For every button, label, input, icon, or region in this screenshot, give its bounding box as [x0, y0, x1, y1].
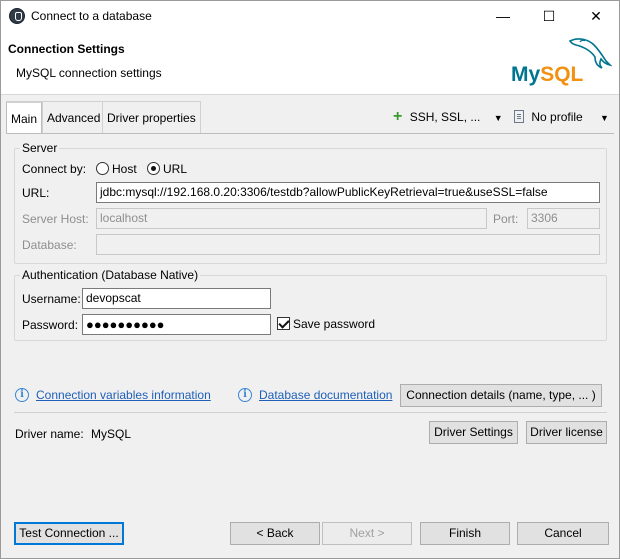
database-documentation-link[interactable]: Database documentation [259, 388, 392, 402]
driver-name-value: MySQL [91, 427, 132, 441]
password-label: Password: [22, 318, 79, 332]
back-button[interactable]: < Back [230, 522, 320, 545]
server-host-input[interactable]: localhost [96, 208, 487, 229]
driver-settings-button[interactable]: Driver Settings [429, 421, 518, 444]
maximize-button[interactable]: ☐ [526, 1, 572, 31]
cancel-button[interactable]: Cancel [517, 522, 609, 545]
username-label: Username: [22, 292, 81, 306]
connection-details-button[interactable]: Connection details (name, type, ... ) [400, 384, 602, 407]
mysql-logo-my: My [511, 63, 541, 86]
chevron-down-icon: ▼ [600, 113, 609, 123]
port-input[interactable]: 3306 [527, 208, 600, 229]
mysql-logo-sql: SQL [540, 63, 584, 86]
profile-dropdown[interactable]: No profile ▼ [514, 101, 609, 133]
url-radio[interactable] [147, 162, 160, 175]
username-input[interactable]: devopscat [82, 288, 271, 309]
test-connection-button[interactable]: Test Connection ... [14, 522, 124, 545]
port-label: Port: [493, 212, 519, 226]
password-input[interactable]: ●●●●●●●●●● [82, 314, 271, 335]
finish-button[interactable]: Finish [420, 522, 510, 545]
wizard-header: Connection Settings MySQL connection set… [1, 31, 619, 95]
add-icon: + [393, 108, 403, 125]
page-title: Connection Settings [8, 42, 125, 56]
url-label: URL: [22, 186, 50, 200]
connect-by-label: Connect by: [22, 162, 87, 176]
tab-driver-properties[interactable]: Driver properties [102, 101, 201, 133]
server-host-label: Server Host: [22, 212, 89, 226]
page-subtitle: MySQL connection settings [16, 66, 162, 80]
profile-label: No profile [531, 110, 583, 124]
save-password-checkbox[interactable] [277, 317, 290, 330]
save-password-label[interactable]: Save password [293, 317, 375, 331]
url-radio-label[interactable]: URL [163, 162, 187, 176]
tab-advanced[interactable]: Advanced [42, 101, 106, 133]
connection-variables-link[interactable]: Connection variables information [36, 388, 211, 402]
divider [14, 412, 607, 413]
database-input[interactable] [96, 234, 600, 255]
close-button[interactable]: ✕ [573, 1, 619, 31]
title-bar: Connect to a database — ☐ ✕ [1, 1, 619, 31]
mysql-logo: MySQL [511, 63, 583, 87]
chevron-down-icon: ▼ [493, 113, 503, 123]
url-input[interactable]: jdbc:mysql://192.168.0.20:3306/testdb?al… [96, 182, 600, 203]
ssh-ssl-dropdown[interactable]: + SSH, SSL, ... ▼ [393, 101, 503, 133]
server-group-label: Server [20, 141, 60, 155]
info-icon: i [238, 388, 252, 402]
host-radio-label[interactable]: Host [112, 162, 137, 176]
ssh-ssl-label: SSH, SSL, ... [409, 110, 481, 124]
database-label: Database: [22, 238, 77, 252]
info-icon: i [15, 388, 29, 402]
minimize-button[interactable]: — [480, 1, 526, 31]
dialog-window: Connect to a database — ☐ ✕ Connection S… [0, 0, 620, 559]
window-title: Connect to a database [31, 9, 152, 23]
next-button[interactable]: Next > [322, 522, 412, 545]
host-radio[interactable] [96, 162, 109, 175]
driver-name-label: Driver name: [15, 427, 84, 441]
document-icon [514, 110, 524, 123]
tab-main[interactable]: Main [6, 101, 43, 134]
driver-license-button[interactable]: Driver license [526, 421, 607, 444]
auth-group-label: Authentication (Database Native) [20, 268, 201, 282]
dbeaver-app-icon [9, 8, 25, 24]
